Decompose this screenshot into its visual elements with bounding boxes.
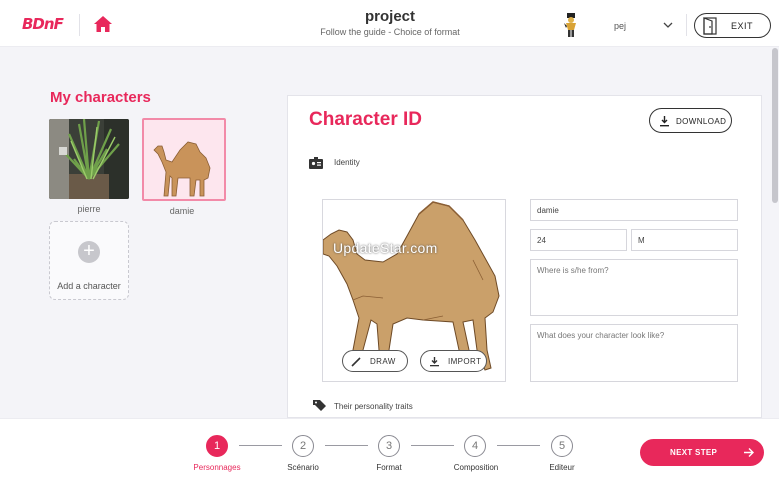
download-button[interactable]: DOWNLOAD (649, 108, 732, 133)
camel-thumbnail (153, 141, 211, 197)
step-connector (411, 445, 454, 446)
project-title: project (364, 8, 415, 25)
step-connector (239, 445, 282, 446)
character-thumbnail[interactable] (142, 118, 226, 201)
plant-photo (49, 119, 129, 199)
character-name: pierre (77, 204, 101, 214)
age-field[interactable]: 24 (530, 229, 627, 251)
character-image-box: UpdateStar.com DRAW IMPORT (322, 199, 506, 382)
image-watermark: UpdateStar.com (333, 240, 438, 256)
step-5-label[interactable]: Editeur (527, 463, 597, 472)
home-icon[interactable] (93, 14, 113, 34)
personality-label: Their personality traits (334, 402, 413, 411)
step-4-label[interactable]: Composition (441, 463, 511, 472)
origin-textarea[interactable]: Where is s/he from? (530, 259, 738, 316)
brush-icon (351, 357, 361, 367)
step-1-circle[interactable]: 1 (206, 435, 228, 457)
gender-field[interactable]: M (631, 229, 738, 251)
door-icon (703, 17, 717, 35)
step-3-circle[interactable]: 3 (378, 435, 400, 457)
tag-icon (313, 400, 326, 411)
user-name[interactable]: pej (614, 21, 626, 31)
step-connector (497, 445, 540, 446)
step-4-circle[interactable]: 4 (464, 435, 486, 457)
identity-label: Identity (334, 158, 360, 167)
plus-icon: + (78, 241, 100, 263)
exit-label: EXIT (731, 21, 754, 31)
draw-button[interactable]: DRAW (342, 350, 408, 372)
download-label: DOWNLOAD (676, 117, 727, 126)
step-2-circle[interactable]: 2 (292, 435, 314, 457)
download-icon (660, 116, 669, 127)
page-scrollbar[interactable] (772, 48, 778, 203)
import-label: IMPORT (448, 357, 482, 366)
header-divider (79, 14, 80, 36)
next-step-button[interactable]: NEXT STEP (640, 439, 764, 466)
appearance-textarea[interactable]: What does your character look like? (530, 324, 738, 382)
step-5-circle[interactable]: 5 (551, 435, 573, 457)
character-name: damie (169, 206, 195, 216)
draw-label: DRAW (370, 357, 396, 366)
character-card-pierre[interactable]: pierre (49, 119, 129, 214)
name-field[interactable]: damie (530, 199, 738, 221)
project-subtitle: Follow the guide - Choice of format (320, 27, 460, 37)
top-bar: BDnF project Follow the guide - Choice o… (0, 0, 779, 47)
characters-heading: My characters (50, 89, 151, 106)
app-logo[interactable]: BDnF (22, 15, 64, 33)
header-divider (686, 14, 687, 36)
character-id-card: Character ID DOWNLOAD Identity UpdateSta… (287, 95, 762, 418)
exit-button[interactable]: EXIT (694, 13, 771, 38)
step-1-label[interactable]: Personnages (182, 463, 252, 472)
id-card-icon (309, 157, 323, 169)
chevron-down-icon[interactable] (663, 20, 673, 30)
import-button[interactable]: IMPORT (420, 350, 487, 372)
card-title: Character ID (309, 109, 422, 130)
next-step-label: NEXT STEP (670, 448, 718, 457)
add-character-label: Add a character (57, 281, 121, 291)
character-thumbnail[interactable] (49, 119, 129, 199)
step-2-label[interactable]: Scénario (268, 463, 338, 472)
arrow-right-icon (744, 448, 754, 457)
step-3-label[interactable]: Format (354, 463, 424, 472)
user-avatar[interactable] (561, 12, 581, 38)
step-connector (325, 445, 368, 446)
character-card-damie[interactable]: damie (142, 118, 226, 216)
download-icon (430, 357, 439, 367)
add-character-button[interactable]: + Add a character (49, 221, 129, 300)
